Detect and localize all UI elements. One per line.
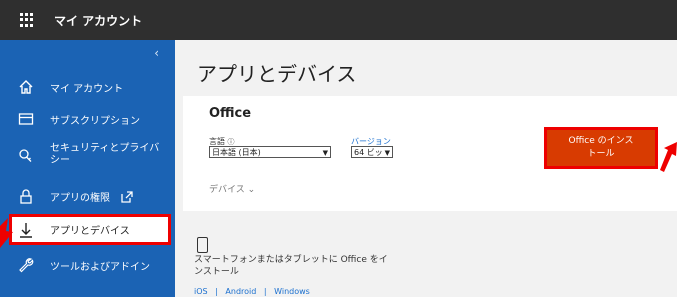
ios-link[interactable]: iOS: [194, 287, 208, 296]
sidebar-item-label: アプリとデバイス: [50, 226, 130, 237]
sidebar-item-tools-addins[interactable]: ツールおよびアドイン: [0, 254, 175, 276]
sidebar-item-label-cont: シー: [50, 155, 70, 166]
lock-icon: [18, 188, 34, 204]
devices-toggle[interactable]: デバイス ⌄: [209, 182, 255, 195]
download-icon: [18, 222, 34, 238]
phone-icon: [197, 237, 208, 253]
office-card: Office 言語 ⓘ 日本語 (日本) ▼ バージョン 64 ビッ ▼ Off…: [183, 96, 677, 211]
annotation-arrow-left: [0, 218, 13, 248]
mobile-install-text: スマートフォンまたはタブレットに Office をイ ンストール: [194, 255, 388, 277]
top-bar: マイ アカウント: [0, 0, 677, 40]
install-office-button[interactable]: Office のインス トール: [544, 127, 658, 169]
sidebar: ‹ マイ アカウント サブスクリプション セキュリティとプライバ シー アプリの…: [0, 40, 175, 297]
sidebar-item-label: マイ アカウント: [50, 83, 124, 95]
card-icon: [18, 111, 34, 127]
home-icon: [18, 79, 34, 95]
info-icon[interactable]: ⓘ: [228, 138, 235, 146]
main-content: アプリとデバイス Office 言語 ⓘ 日本語 (日本) ▼ バージョン 64…: [175, 40, 677, 297]
app-launcher-icon[interactable]: [20, 13, 34, 27]
mobile-links: iOS | Android | Windows: [194, 287, 310, 296]
wrench-icon: [18, 257, 34, 273]
sidebar-item-label: ツールおよびアドイン: [50, 261, 150, 273]
android-link[interactable]: Android: [225, 287, 256, 296]
chevron-down-icon: ▼: [384, 149, 390, 157]
sidebar-item-app-permissions[interactable]: アプリの権限: [0, 185, 175, 207]
page-title: アプリとデバイス: [197, 62, 357, 86]
chevron-down-icon: ▼: [322, 149, 328, 157]
sidebar-item-label: サブスクリプション: [50, 115, 140, 127]
sidebar-item-subscriptions[interactable]: サブスクリプション: [0, 108, 175, 130]
key-icon: [18, 147, 34, 163]
language-select[interactable]: 日本語 (日本) ▼: [209, 146, 331, 158]
version-select[interactable]: 64 ビッ ▼: [351, 146, 393, 158]
sidebar-item-security-privacy[interactable]: セキュリティとプライバ シー: [0, 140, 175, 170]
annotation-arrow-right: [660, 142, 677, 172]
sidebar-item-label: アプリの権限: [50, 192, 110, 204]
app-title[interactable]: マイ アカウント: [54, 12, 142, 29]
windows-link[interactable]: Windows: [274, 287, 310, 296]
external-link-icon: [120, 189, 134, 203]
office-title: Office: [209, 106, 252, 121]
sidebar-item-apps-devices[interactable]: アプリとデバイス: [9, 214, 171, 245]
chevron-down-icon: ⌄: [247, 185, 256, 195]
collapse-icon[interactable]: ‹: [154, 46, 159, 60]
sidebar-item-my-account[interactable]: マイ アカウント: [0, 76, 175, 98]
sidebar-item-label: セキュリティとプライバ: [50, 143, 160, 154]
